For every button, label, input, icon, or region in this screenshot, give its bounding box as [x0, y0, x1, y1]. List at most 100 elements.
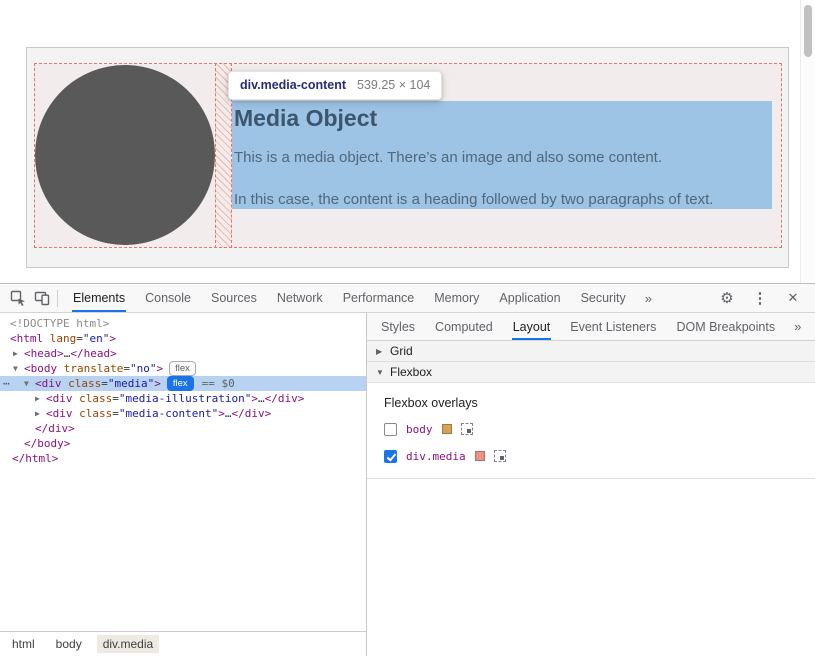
code-token: </body> — [24, 437, 70, 450]
code-token: translate — [64, 362, 124, 375]
disclosure-closed-icon[interactable]: ▶ — [35, 406, 46, 421]
tree-line[interactable]: ▶<head>…</head> — [0, 346, 366, 361]
tab-console[interactable]: Console — [135, 284, 201, 312]
code-token: <div — [46, 407, 79, 420]
devtools-tabs: ElementsConsoleSourcesNetworkPerformance… — [63, 284, 636, 312]
breadcrumb-item-body[interactable]: body — [50, 635, 88, 653]
overlay-element-label: div.media — [406, 450, 466, 463]
overlay-color-swatch — [475, 451, 485, 461]
tab-memory[interactable]: Memory — [424, 284, 489, 312]
page-scrollbar[interactable] — [800, 0, 815, 283]
flexbox-overlay-row: body — [367, 421, 815, 437]
devtools-main: <!DOCTYPE html><html lang="en">▶<head>…<… — [0, 313, 815, 656]
code-token: … — [258, 392, 265, 405]
sidebar-tabs: StylesComputedLayoutEvent ListenersDOM B… — [371, 313, 785, 340]
breadcrumb-item-div-media[interactable]: div.media — [97, 635, 159, 653]
tooltip-element-name: div.media-content — [240, 78, 346, 92]
tree-line[interactable]: ▶<div class="media-content">…</div> — [0, 406, 366, 421]
grid-section-header[interactable]: ▶ Grid — [367, 341, 815, 362]
disclosure-closed-icon: ▶ — [376, 347, 384, 356]
code-token: "media-content" — [119, 407, 218, 420]
tab-network[interactable]: Network — [267, 284, 333, 312]
tree-line[interactable]: ▼<body translate="no">flex — [0, 361, 366, 376]
code-token: = — [123, 362, 130, 375]
styles-sidebar: StylesComputedLayoutEvent ListenersDOM B… — [367, 313, 815, 656]
sidebar-tab-event-listeners[interactable]: Event Listeners — [560, 313, 666, 340]
tree-line[interactable]: <html lang="en"> — [0, 331, 366, 346]
more-tabs-chevron[interactable]: » — [636, 291, 661, 306]
code-token: = — [112, 407, 119, 420]
overlay-checkbox[interactable] — [384, 450, 397, 463]
overlay-element-label: body — [406, 423, 433, 436]
toolbar-right-controls: ⚙ ⋮ ✕ — [715, 286, 815, 310]
sidebar-tab-layout[interactable]: Layout — [503, 313, 561, 340]
code-token: = — [112, 392, 119, 405]
close-devtools-icon[interactable]: ✕ — [781, 286, 805, 310]
settings-gear-icon[interactable]: ⚙ — [715, 286, 739, 310]
scrollbar-thumb[interactable] — [804, 5, 812, 57]
code-token: "en" — [83, 332, 110, 345]
breadcrumb: html body div.media — [0, 631, 367, 656]
kebab-menu-icon[interactable]: ⋮ — [748, 286, 772, 310]
code-token: class — [79, 392, 112, 405]
tree-line[interactable]: <!DOCTYPE html> — [0, 316, 366, 331]
tab-elements[interactable]: Elements — [63, 284, 135, 312]
tab-security[interactable]: Security — [571, 284, 636, 312]
overlay-color-swatch — [442, 424, 452, 434]
overlay-picker-icon[interactable] — [461, 423, 473, 435]
code-token: = — [76, 332, 83, 345]
inspect-tooltip: div.media-content 539.25 × 104 — [228, 71, 442, 100]
tab-sources[interactable]: Sources — [201, 284, 267, 312]
breadcrumb-item-html[interactable]: html — [6, 635, 41, 653]
tree-line[interactable]: </body> — [0, 436, 366, 451]
disclosure-closed-icon[interactable]: ▶ — [35, 391, 46, 406]
code-token: </html> — [12, 452, 58, 465]
code-token: </div> — [265, 392, 305, 405]
devtools-panel: ElementsConsoleSourcesNetworkPerformance… — [0, 283, 815, 656]
device-toolbar-icon[interactable] — [30, 286, 54, 310]
tree-line[interactable]: </html> — [0, 451, 366, 466]
inspect-element-icon[interactable] — [6, 286, 30, 310]
code-token: </div> — [231, 407, 271, 420]
tab-application[interactable]: Application — [489, 284, 570, 312]
code-token: "media" — [108, 377, 154, 390]
code-token: > — [109, 332, 116, 345]
flexbox-section-label: Flexbox — [390, 365, 432, 379]
tab-performance[interactable]: Performance — [333, 284, 425, 312]
code-token: "media-illustration" — [119, 392, 251, 405]
code-token: <!DOCTYPE html> — [10, 317, 109, 330]
code-token: </div> — [35, 422, 75, 435]
disclosure-open-icon[interactable]: ▼ — [24, 376, 35, 391]
code-token: class — [79, 407, 112, 420]
code-token: = — [101, 377, 108, 390]
tree-line[interactable]: ▶<div class="media-illustration">…</div> — [0, 391, 366, 406]
media-object-paragraph-2: In this case, the content is a heading f… — [234, 191, 772, 208]
sidebar-more-tabs-chevron[interactable]: » — [785, 319, 810, 334]
code-token: <body — [24, 362, 64, 375]
flexbox-overlay-list: body div.media — [367, 421, 815, 464]
flexbox-section-header[interactable]: ▼ Flexbox — [367, 362, 815, 383]
code-token: lang — [50, 332, 77, 345]
disclosure-closed-icon[interactable]: ▶ — [13, 346, 24, 361]
active-element-hint: == $0 — [202, 377, 235, 390]
browser-viewport: Media Object This is a media object. The… — [0, 0, 815, 283]
grid-section-label: Grid — [390, 344, 413, 358]
sidebar-tab-styles[interactable]: Styles — [371, 313, 425, 340]
overlay-picker-icon[interactable] — [494, 450, 506, 462]
more-actions-icon[interactable]: ⋯ — [3, 376, 9, 391]
tree-line[interactable]: </div> — [0, 421, 366, 436]
disclosure-open-icon[interactable]: ▼ — [13, 361, 24, 376]
code-token: > — [154, 377, 161, 390]
toolbar-divider — [57, 290, 58, 307]
media-object-heading: Media Object — [234, 105, 772, 132]
pane-separator — [367, 478, 815, 479]
tree-line[interactable]: ⋯▼<div class="media">flex== $0 — [0, 376, 366, 391]
flex-badge[interactable]: flex — [167, 376, 194, 391]
code-token: <div — [46, 392, 79, 405]
overlay-checkbox[interactable] — [384, 423, 397, 436]
code-token: > — [218, 407, 225, 420]
flex-badge[interactable]: flex — [169, 361, 196, 376]
sidebar-tab-computed[interactable]: Computed — [425, 313, 503, 340]
media-object-paragraph-1: This is a media object. There’s an image… — [234, 149, 772, 166]
sidebar-tab-dom-breakpoints[interactable]: DOM Breakpoints — [666, 313, 785, 340]
